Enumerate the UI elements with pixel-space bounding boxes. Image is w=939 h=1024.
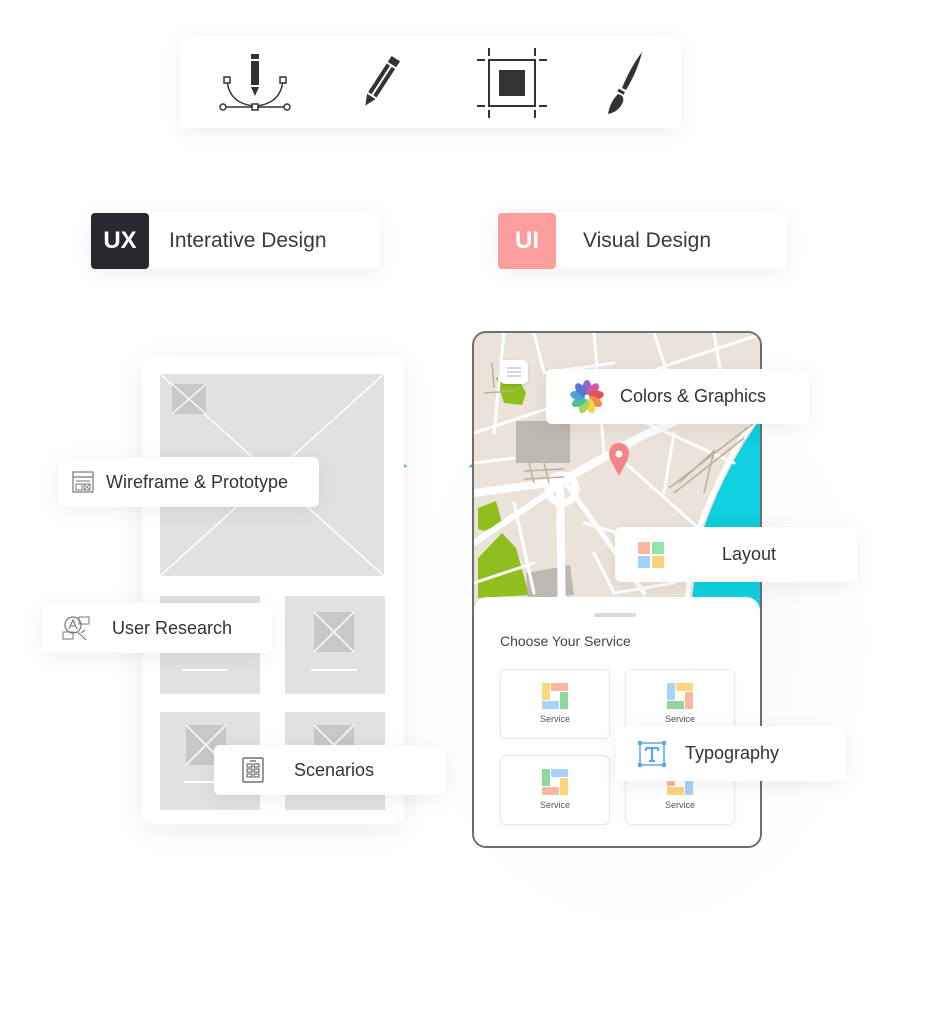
scenarios-text: Scenarios [294,759,375,780]
typography-text: Typography [685,743,780,763]
colors-graphics-label: Colors & Graphics [546,369,809,424]
sheet-title: Choose Your Service [500,633,631,649]
design-tools-toolbar [180,37,681,128]
grid-placeholder-2 [285,596,385,694]
service-card-1[interactable]: Service [500,669,610,739]
scenarios-label: Scenarios [214,745,447,795]
ux-badge: UX [91,213,149,269]
wireframe-icon [72,471,94,493]
paintbrush-icon [608,52,642,114]
service-label: Service [664,800,695,810]
layout-grid-icon [638,541,664,568]
layout-text: Layout [722,544,777,564]
ui-tag: UI Visual Design [498,213,787,269]
hamburger-icon [507,367,521,377]
service-icon [667,683,693,709]
scenarios-icon [242,757,264,783]
artboard-tool-button[interactable] [472,47,552,119]
artboard-crop-icon [477,48,547,118]
wireframe-prototype-text: Wireframe & Prototype [106,471,289,492]
wireframe-prototype-label: Wireframe & Prototype [58,457,319,507]
pencil-icon [365,55,400,106]
service-icon [542,769,568,795]
ux-label: Interative Design [169,229,327,252]
pen-bezier-tool-icon [219,54,291,111]
brush-tool-button[interactable] [583,47,663,119]
sheet-drag-handle[interactable] [594,613,636,617]
service-card-3[interactable]: Service [500,755,610,825]
service-label: Service [664,714,695,724]
user-research-icon [62,616,90,641]
service-bottom-sheet: Choose Your Service Service Service Serv… [474,597,760,846]
service-label: Service [539,714,570,724]
typography-icon [638,740,666,767]
connector-line [404,464,472,467]
service-icon [542,683,568,709]
color-wheel-icon [570,379,604,413]
user-research-label: User Research [42,603,272,653]
layout-label: Layout [615,527,857,582]
user-research-text: User Research [112,617,233,638]
menu-button[interactable] [500,360,528,384]
service-label: Service [539,800,570,810]
pencil-tool-button[interactable] [340,47,420,119]
ui-badge: UI [498,213,556,269]
typography-label: Typography [616,726,846,781]
colors-graphics-text: Colors & Graphics [620,386,767,406]
ui-label: Visual Design [583,229,712,252]
pen-tool-button[interactable] [215,47,295,119]
ux-tag: UX Interative Design [91,213,380,269]
